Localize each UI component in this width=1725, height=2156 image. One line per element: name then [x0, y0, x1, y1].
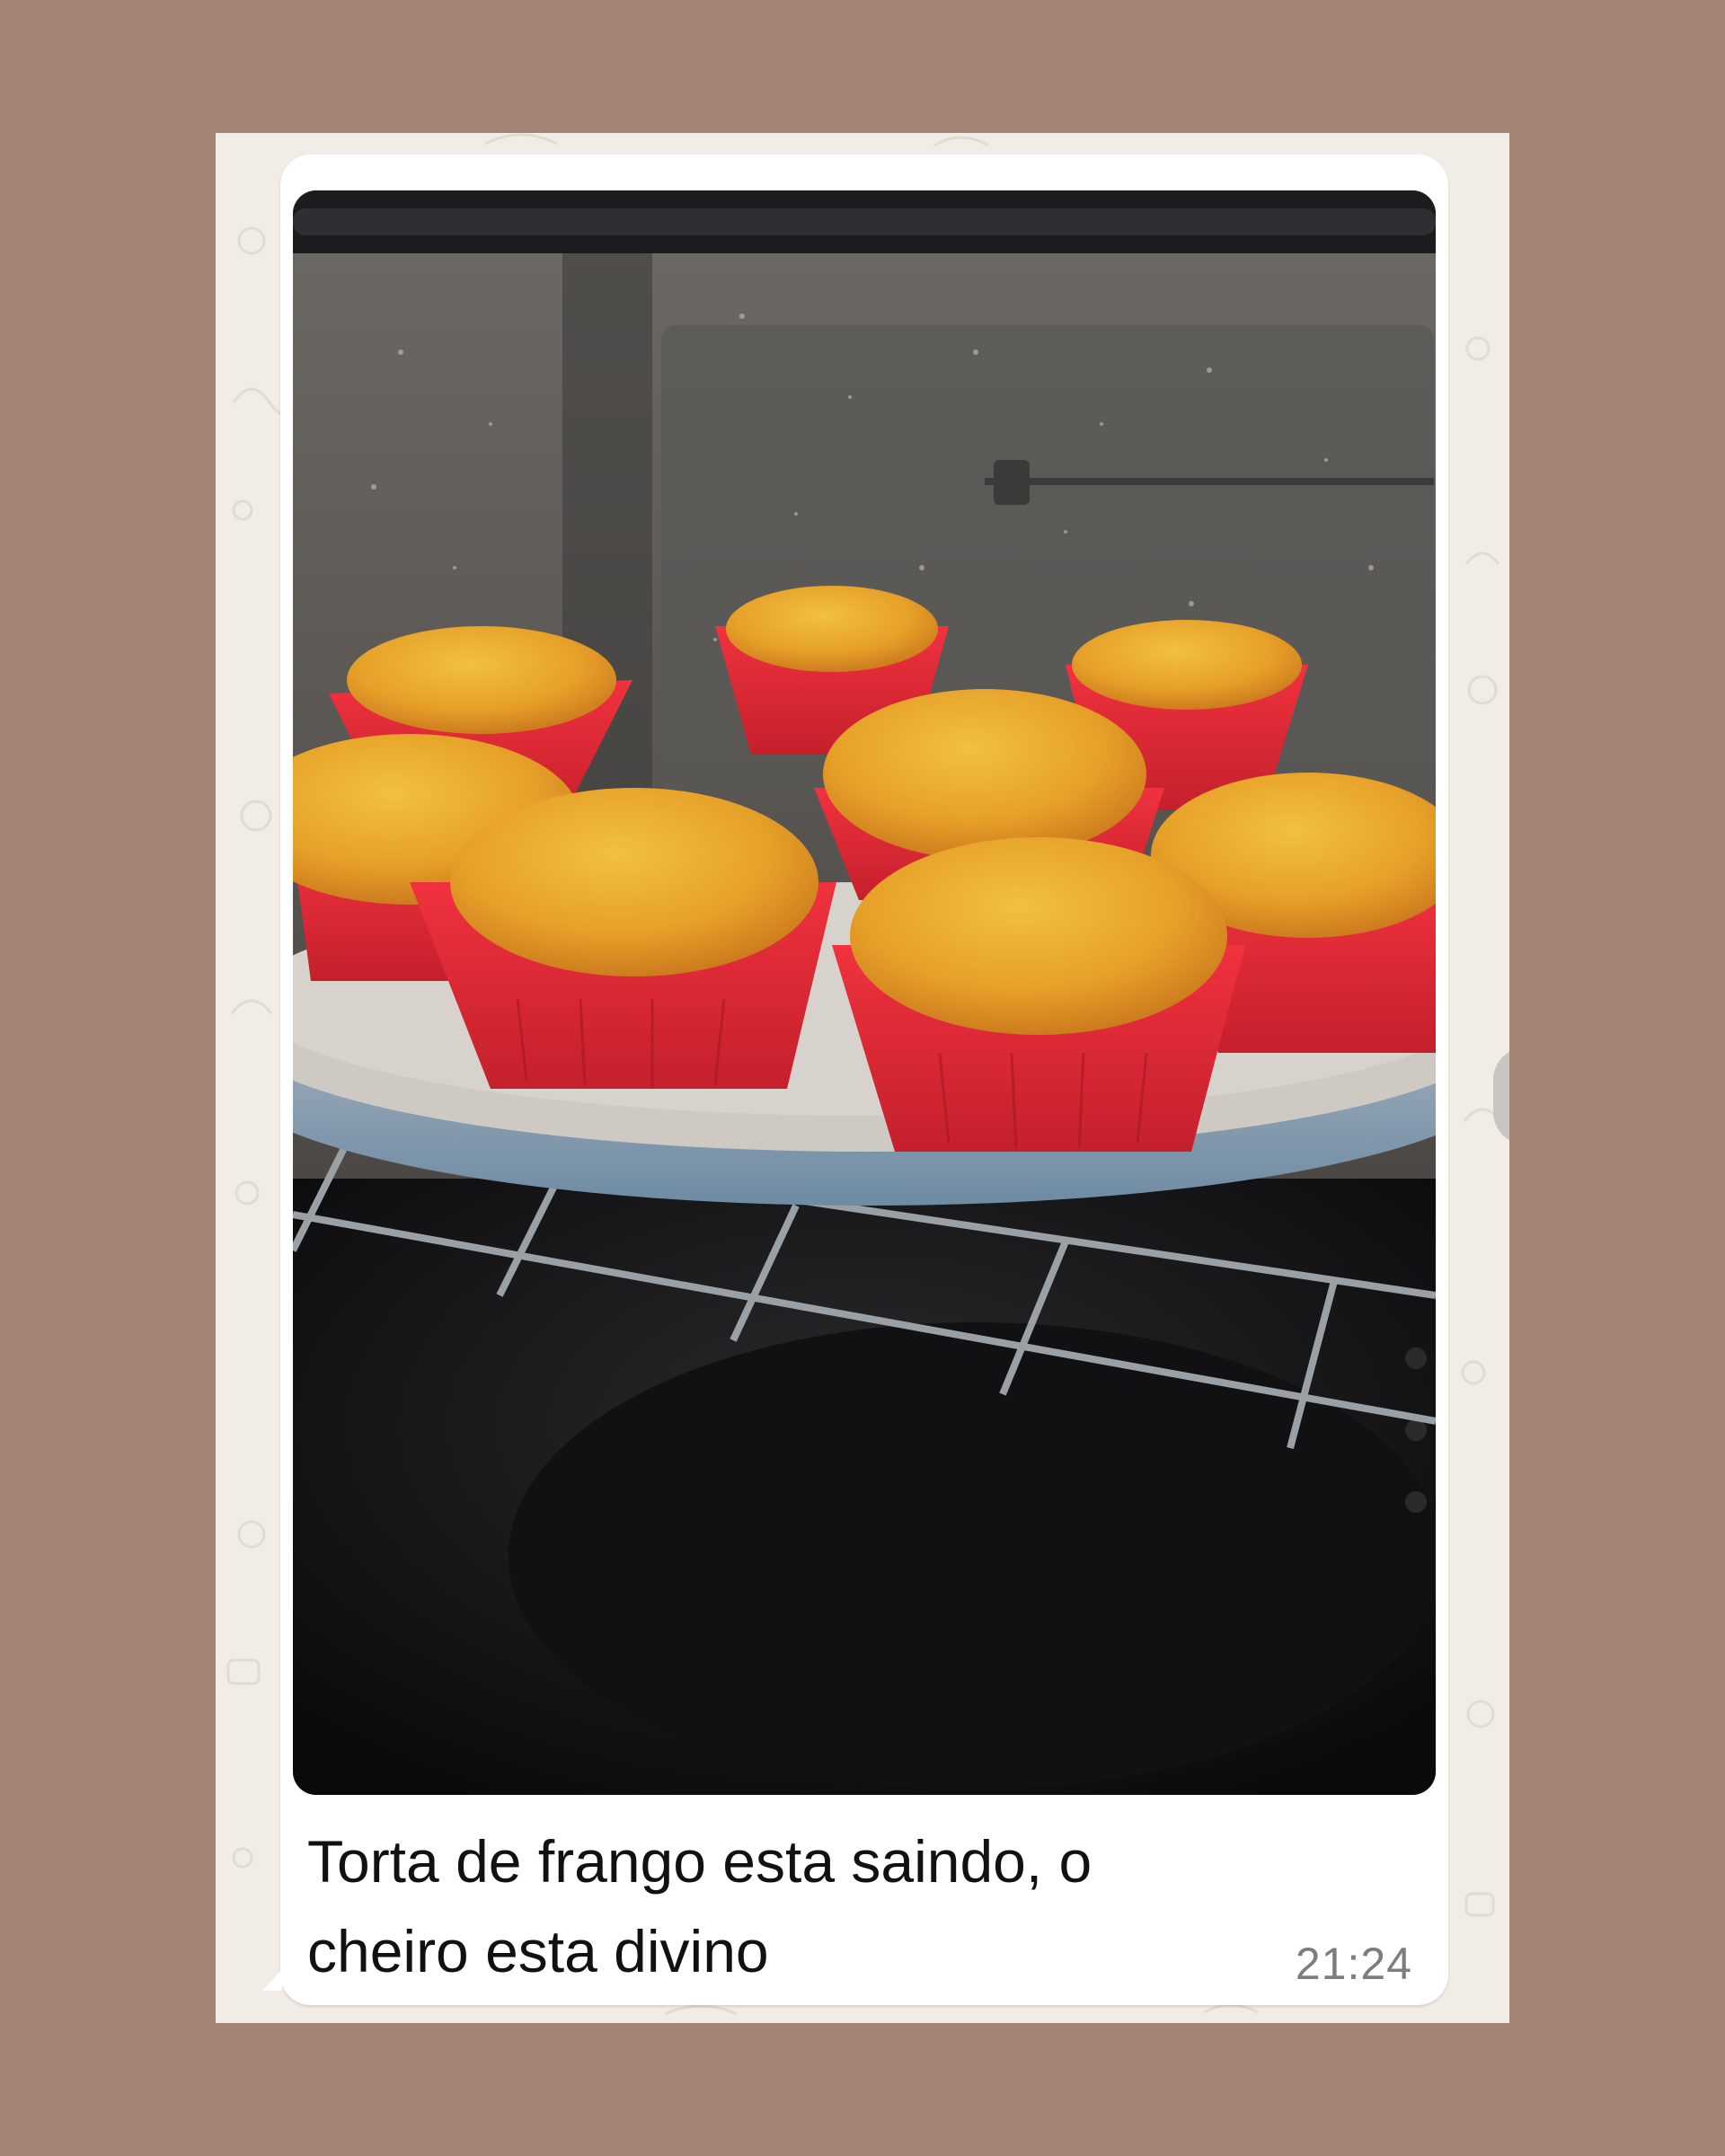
message-timestamp: 21:24 — [1295, 1939, 1412, 1989]
chat-panel: Torta de frango esta saindo, o cheiro es… — [216, 133, 1509, 2023]
muffins-in-oven-photo-icon — [293, 190, 1436, 1795]
caption-line-2: cheiro esta divino — [307, 1918, 769, 1984]
bubble-tail — [262, 1969, 282, 1991]
caption-line-1: Torta de frango esta saindo, o — [307, 1828, 1092, 1895]
message-photo[interactable] — [293, 190, 1436, 1795]
message-bubble[interactable]: Torta de frango esta saindo, o cheiro es… — [280, 155, 1448, 2005]
message-caption: Torta de frango esta saindo, o cheiro es… — [307, 1816, 1296, 1996]
